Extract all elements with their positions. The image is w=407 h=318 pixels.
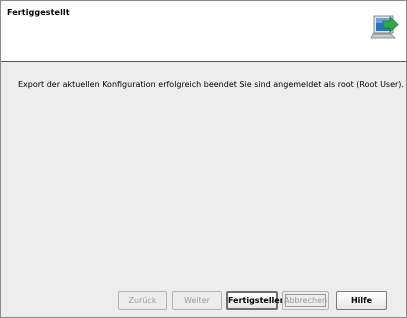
wizard-dialog: Fertiggestellt Export der aktuellen Konf…	[0, 0, 407, 318]
wizard-export-icon	[370, 15, 399, 39]
status-message: Export der aktuellen Konfiguration erfol…	[18, 80, 404, 89]
help-button[interactable]: Hilfe	[336, 291, 387, 310]
next-button[interactable]: Weiter	[172, 291, 222, 310]
page-title: Fertiggestellt	[7, 8, 70, 17]
finish-button[interactable]: Fertigstellen	[226, 291, 285, 310]
back-button[interactable]: Zurück	[118, 291, 167, 310]
cancel-button[interactable]: Abbrechen	[282, 291, 329, 310]
wizard-header: Fertiggestellt	[1, 1, 406, 62]
